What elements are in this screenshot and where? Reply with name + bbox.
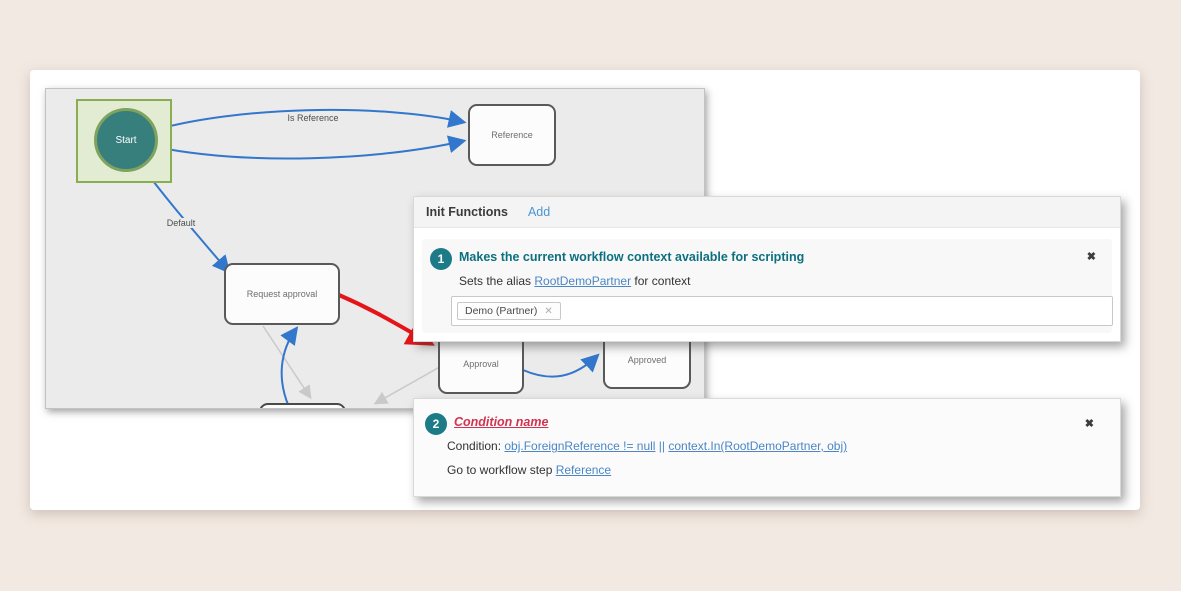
init-functions-header: Init Functions Add bbox=[414, 197, 1120, 228]
edge-label-default: Default bbox=[158, 218, 204, 228]
goto-prefix: Go to workflow step bbox=[447, 463, 556, 477]
panel-title: Init Functions bbox=[426, 205, 508, 219]
node-request-approval[interactable]: Request approval bbox=[224, 263, 340, 325]
condition-separator: || bbox=[655, 439, 668, 453]
node-reference[interactable]: Reference bbox=[468, 104, 556, 166]
init-function-item: 1 Makes the current workflow context ava… bbox=[422, 239, 1112, 333]
context-tag-input[interactable]: Demo (Partner) ✕ bbox=[451, 296, 1113, 326]
condition-expression-row: Condition: obj.ForeignReference != null … bbox=[447, 439, 847, 453]
condition-number-badge: 2 bbox=[425, 413, 447, 435]
edge-label-is-reference: Is Reference bbox=[274, 113, 352, 123]
init-functions-panel: Init Functions Add 1 Makes the current w… bbox=[413, 196, 1121, 342]
close-icon[interactable]: ✖ bbox=[1085, 417, 1094, 430]
node-start[interactable]: Start bbox=[94, 108, 158, 172]
close-icon[interactable]: ✖ bbox=[1087, 250, 1096, 263]
tag-remove-icon[interactable]: ✕ bbox=[544, 306, 552, 317]
node-cutoff-bottom[interactable] bbox=[259, 403, 346, 409]
goto-step-link[interactable]: Reference bbox=[556, 463, 611, 477]
init-function-title: Makes the current workflow context avail… bbox=[459, 250, 804, 264]
goto-step-row: Go to workflow step Reference bbox=[447, 463, 611, 477]
application-window: Start Reference Request approval Approva… bbox=[0, 0, 1181, 591]
alias-prefix: Sets the alias bbox=[459, 274, 534, 288]
condition-panel: 2 Condition name ✖ Condition: obj.Foreig… bbox=[413, 398, 1121, 497]
alias-suffix: for context bbox=[631, 274, 690, 288]
alias-row: Sets the alias RootDemoPartner for conte… bbox=[459, 274, 690, 288]
condition-expression-link-2[interactable]: context.In(RootDemoPartner, obj) bbox=[668, 439, 847, 453]
add-button[interactable]: Add bbox=[528, 205, 550, 219]
alias-link[interactable]: RootDemoPartner bbox=[534, 274, 631, 288]
condition-expression-link-1[interactable]: obj.ForeignReference != null bbox=[504, 439, 655, 453]
context-tag[interactable]: Demo (Partner) ✕ bbox=[457, 302, 561, 320]
condition-name-link[interactable]: Condition name bbox=[454, 415, 548, 429]
condition-label: Condition: bbox=[447, 439, 504, 453]
item-number-badge: 1 bbox=[430, 248, 452, 270]
context-tag-label: Demo (Partner) bbox=[465, 305, 537, 317]
node-approval[interactable]: Approval bbox=[438, 333, 524, 394]
